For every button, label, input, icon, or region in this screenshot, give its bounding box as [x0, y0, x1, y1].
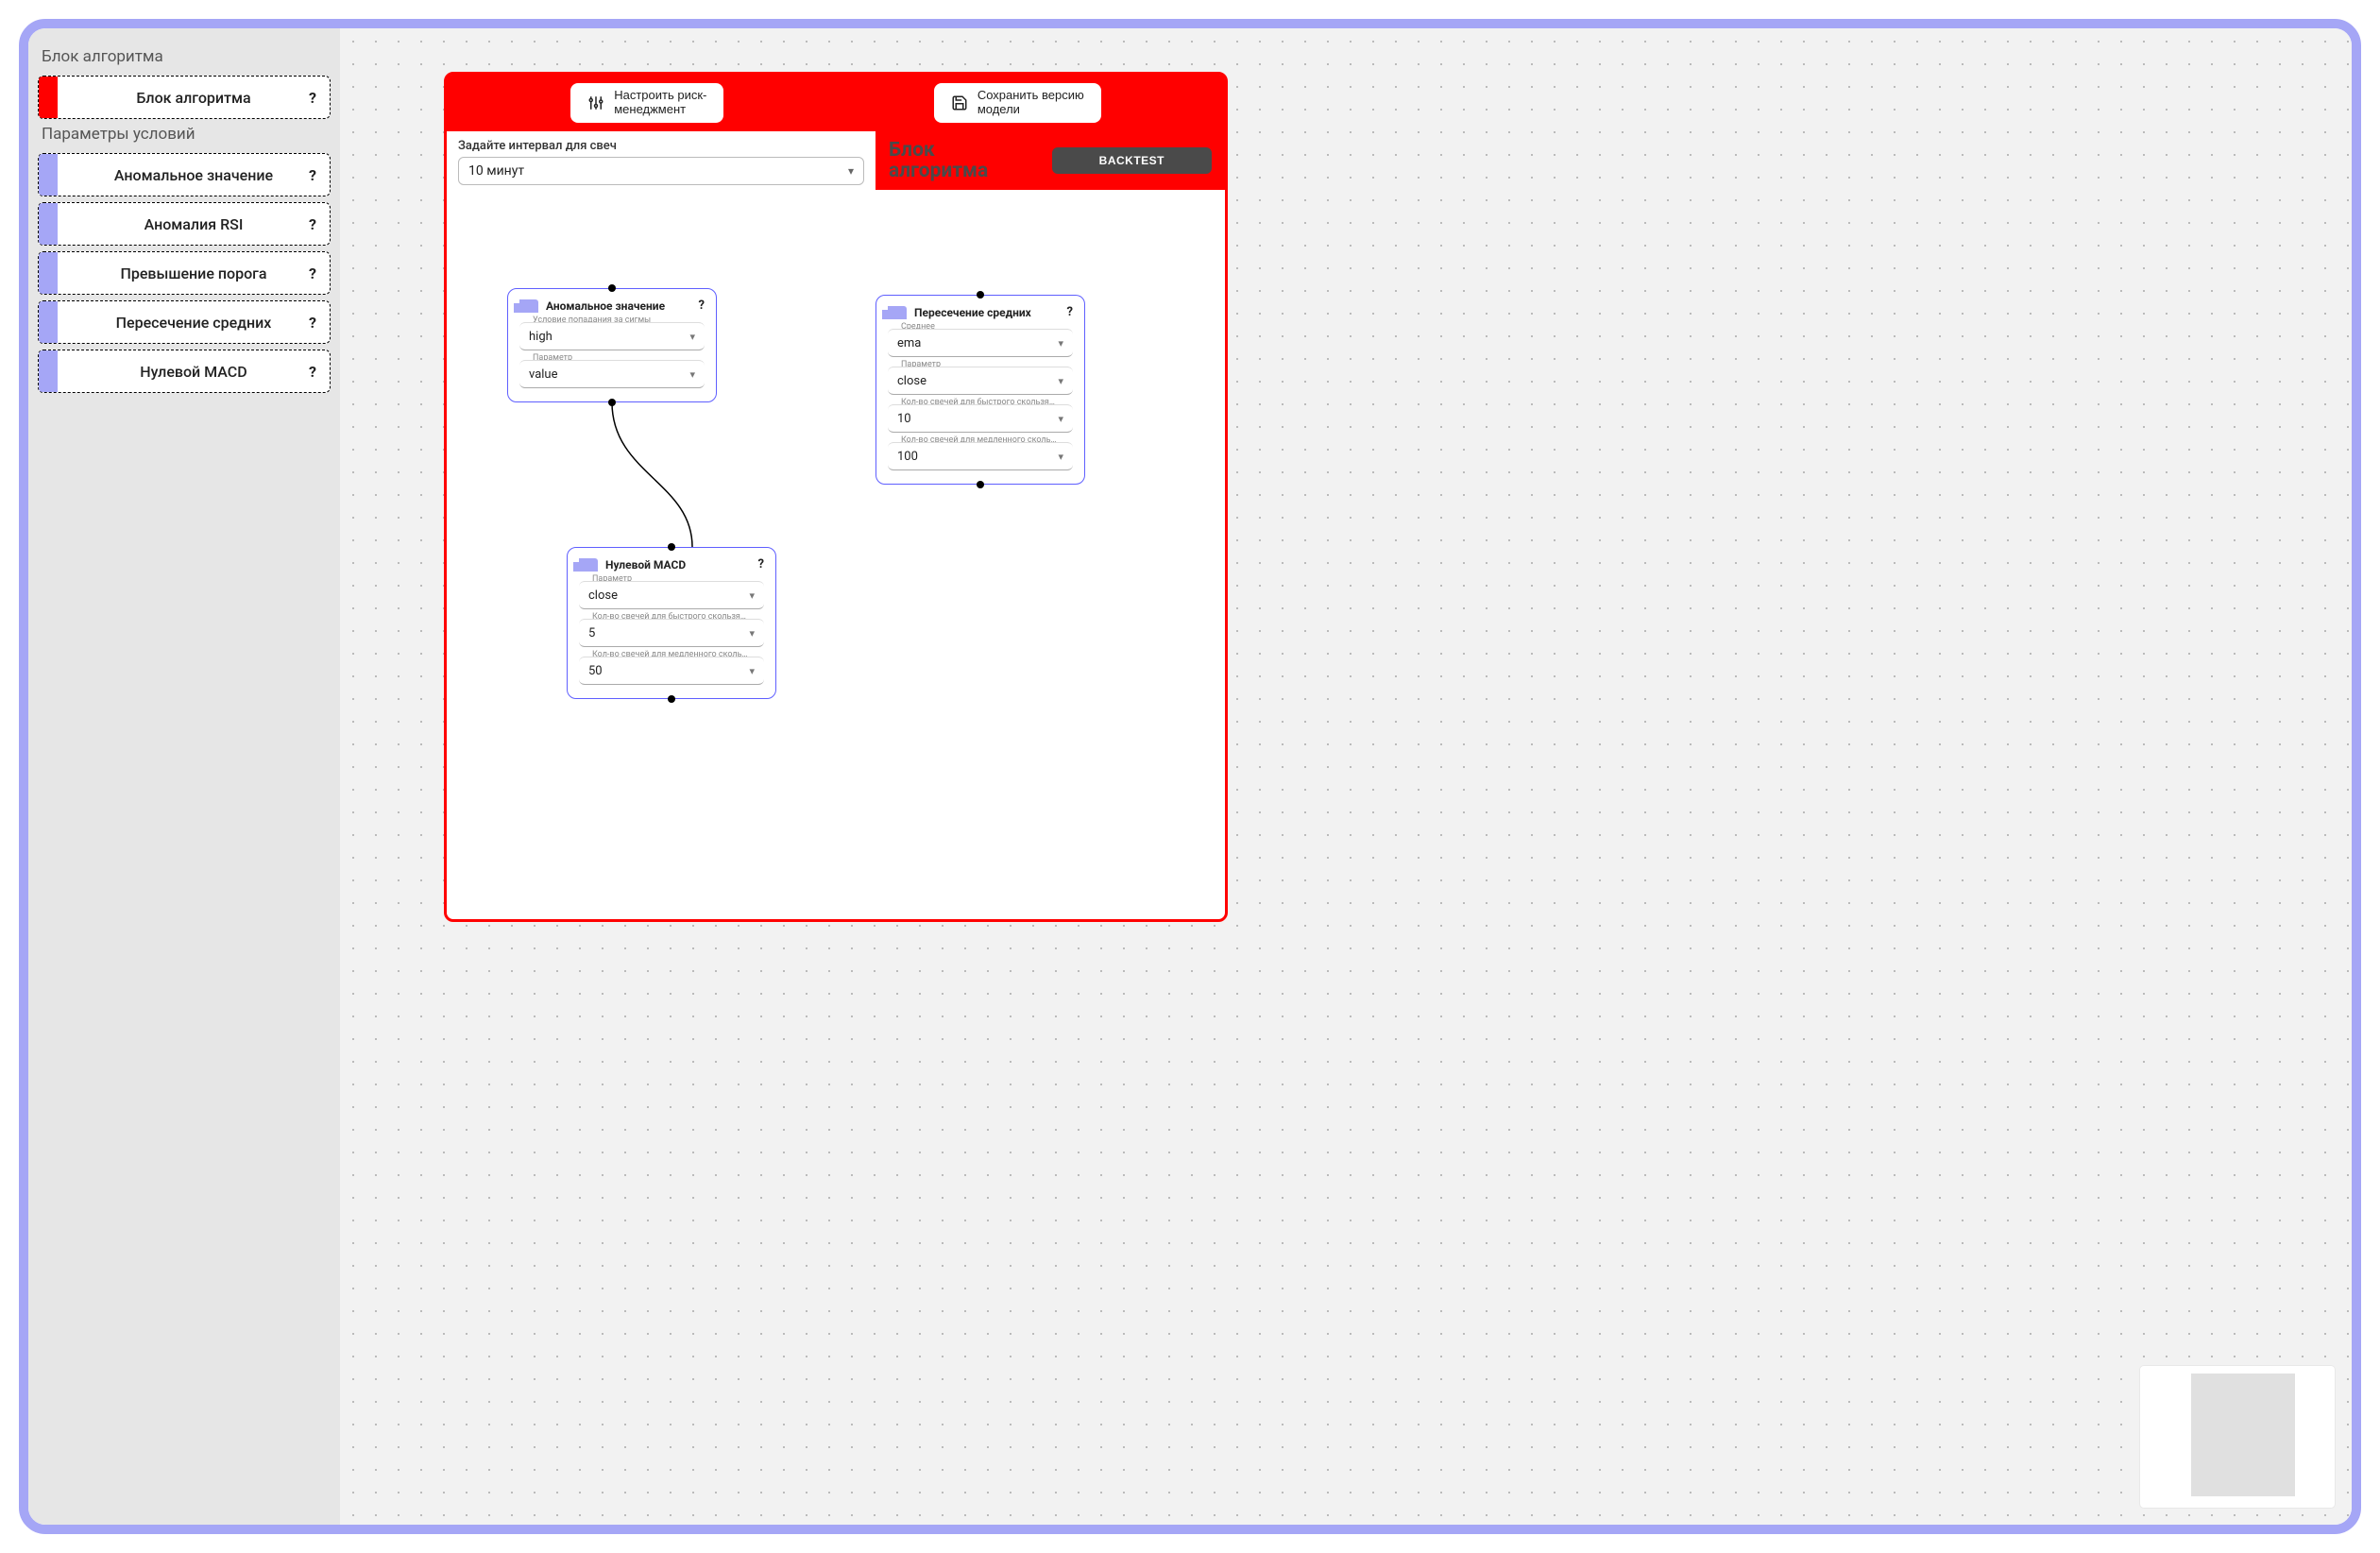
interval-select[interactable]: 10 минут — [458, 157, 864, 185]
slow-ma-select[interactable]: 50 — [579, 657, 764, 685]
palette-item-label: Аномалия RSI — [58, 215, 330, 233]
palette-item-label: Аномальное значение — [58, 166, 330, 184]
node-zero-macd[interactable]: Нулевой MACD ? Параметр close Кол-во све… — [567, 547, 776, 699]
palette-swatch-icon — [39, 252, 58, 294]
palette-item-label: Пересечение средних — [58, 314, 330, 332]
app-frame: Блок алгоритма Блок алгоритма ? Параметр… — [19, 19, 2361, 1534]
node-port-in[interactable] — [977, 291, 984, 299]
fast-ma-select[interactable]: 5 — [579, 619, 764, 647]
save-icon — [951, 94, 968, 111]
workspace-header: Настроить риск- менеджмент Сохранить вер… — [447, 75, 1225, 131]
node-port-out[interactable] — [977, 481, 984, 488]
palette-item-threshold[interactable]: Превышение порога ? — [38, 251, 331, 295]
help-icon[interactable]: ? — [309, 314, 316, 332]
palette-swatch-icon — [39, 154, 58, 196]
palette-item-anomaly-rsi[interactable]: Аномалия RSI ? — [38, 202, 331, 246]
node-ma-cross[interactable]: Пересечение средних ? Среднее ema Параме… — [876, 295, 1085, 485]
node-port-out[interactable] — [668, 695, 675, 703]
risk-management-label: Настроить риск- менеджмент — [614, 89, 706, 117]
parameter-select[interactable]: close — [888, 367, 1073, 395]
palette-swatch-icon — [39, 77, 58, 118]
help-icon[interactable]: ? — [758, 557, 764, 572]
palette-swatch-icon — [39, 301, 58, 343]
palette-item-ma-cross[interactable]: Пересечение средних ? — [38, 300, 331, 344]
palette-item-algorithm-block[interactable]: Блок алгоритма ? — [38, 76, 331, 119]
sidebar-section-title-algorithm: Блок алгоритма — [42, 47, 327, 66]
help-icon[interactable]: ? — [309, 166, 316, 184]
palette-item-label: Нулевой MACD — [58, 363, 330, 381]
save-version-button[interactable]: Сохранить версию модели — [934, 83, 1101, 123]
backtest-button[interactable]: BACKTEST — [1052, 147, 1212, 174]
node-anomaly-value[interactable]: Аномальное значение ? Условие попадания … — [507, 288, 717, 402]
minimap-viewport — [2191, 1374, 2295, 1496]
node-title: Нулевой MACD — [605, 558, 751, 572]
palette-item-label: Блок алгоритма — [58, 89, 330, 107]
sigma-condition-select[interactable]: high — [519, 322, 705, 350]
fast-ma-select[interactable]: 10 — [888, 404, 1073, 433]
workspace-title: Блок алгоритма — [889, 140, 1039, 181]
help-icon[interactable]: ? — [699, 299, 705, 313]
sidebar-section-title-conditions: Параметры условий — [42, 125, 327, 144]
node-title: Аномальное значение — [546, 299, 691, 313]
help-icon[interactable]: ? — [309, 363, 316, 381]
average-type-select[interactable]: ema — [888, 329, 1073, 357]
node-type-icon — [888, 306, 907, 319]
palette-swatch-icon — [39, 203, 58, 245]
algorithm-block[interactable]: Настроить риск- менеджмент Сохранить вер… — [444, 72, 1228, 922]
interval-value: 10 минут — [468, 163, 524, 179]
slow-ma-select[interactable]: 100 — [888, 442, 1073, 470]
palette-item-label: Превышение порога — [58, 265, 330, 282]
node-port-out[interactable] — [608, 399, 616, 406]
palette-item-zero-macd[interactable]: Нулевой MACD ? — [38, 350, 331, 393]
node-title: Пересечение средних — [914, 306, 1060, 319]
help-icon[interactable]: ? — [1067, 305, 1073, 319]
workspace-body[interactable]: Аномальное значение ? Условие попадания … — [447, 190, 1225, 919]
palette-swatch-icon — [39, 350, 58, 392]
node-type-icon — [519, 299, 538, 313]
workspace-subheader: Задайте интервал для свеч 10 минут Блок … — [447, 131, 1225, 190]
help-icon[interactable]: ? — [309, 215, 316, 233]
palette-item-anomaly-value[interactable]: Аномальное значение ? — [38, 153, 331, 196]
node-type-icon — [579, 558, 598, 572]
parameter-select[interactable]: close — [579, 581, 764, 609]
save-version-label: Сохранить версию модели — [978, 89, 1084, 117]
sidebar: Блок алгоритма Блок алгоритма ? Параметр… — [28, 28, 340, 1525]
help-icon[interactable]: ? — [309, 265, 316, 282]
interval-label: Задайте интервал для свеч — [458, 139, 864, 153]
parameter-select[interactable]: value — [519, 360, 705, 388]
node-port-in[interactable] — [668, 543, 675, 551]
node-port-in[interactable] — [608, 284, 616, 292]
minimap[interactable] — [2140, 1366, 2335, 1508]
canvas[interactable]: Настроить риск- менеджмент Сохранить вер… — [340, 28, 2352, 1525]
risk-management-button[interactable]: Настроить риск- менеджмент — [570, 83, 723, 123]
sliders-icon — [587, 94, 604, 111]
help-icon[interactable]: ? — [309, 89, 316, 107]
